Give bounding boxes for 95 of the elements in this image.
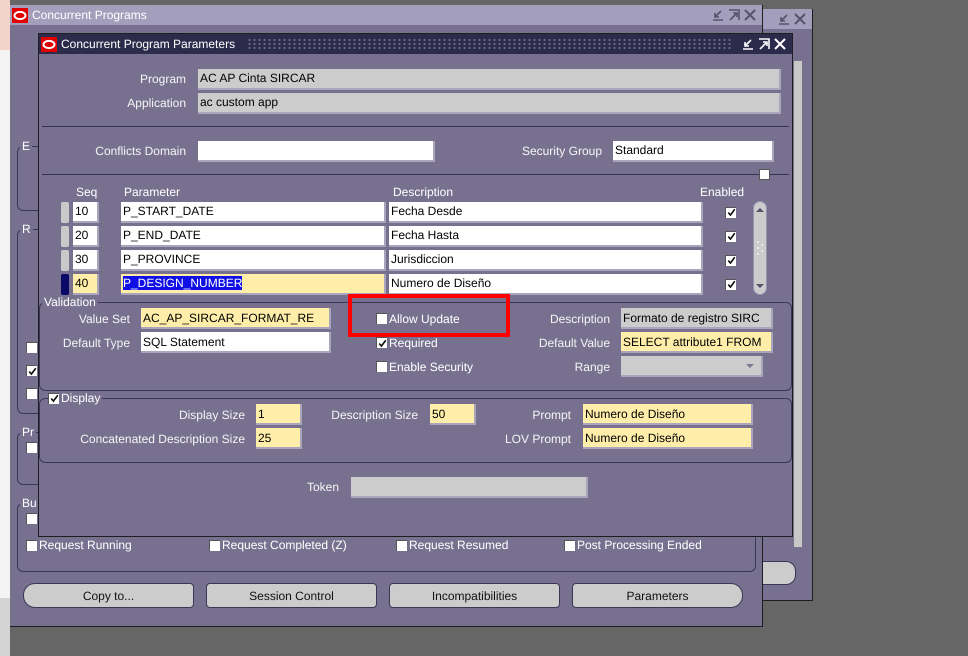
input-field[interactable]: Fecha Hasta (389, 226, 703, 246)
field-label: Default Type (62, 336, 130, 350)
record-indicator[interactable] (61, 202, 69, 222)
action-button[interactable]: Parameters (572, 583, 743, 608)
input-field[interactable]: Formato de registro SIRC (621, 308, 773, 329)
checkbox-label: Enable Security (389, 360, 474, 374)
checkbox[interactable] (26, 342, 37, 353)
field-label: Security Group (522, 144, 602, 158)
input-field[interactable]: 25 (256, 428, 302, 449)
checkbox[interactable] (26, 365, 37, 376)
checkbox[interactable] (26, 442, 37, 453)
input-field[interactable]: ac custom app (198, 92, 781, 114)
checkbox-label: Post Processing Ended (577, 538, 702, 552)
input-field[interactable]: P_END_DATE (121, 226, 386, 246)
toggle-square[interactable] (759, 169, 770, 180)
input-field[interactable]: 20 (73, 226, 99, 246)
logo-icon (41, 36, 57, 52)
grip-icon (757, 240, 763, 256)
record-indicator[interactable] (61, 274, 69, 294)
checkbox[interactable] (376, 361, 387, 372)
field-label: Value Set (78, 312, 130, 326)
field-label: Prompt (531, 408, 571, 422)
checkbox-label: Required (389, 336, 438, 350)
field-label: Application (126, 96, 186, 110)
input-field[interactable]: Jurisdiccion (389, 250, 703, 270)
group-title: R (21, 222, 32, 236)
field-label: Concatenated Description Size (79, 432, 245, 446)
field-label: LOV Prompt (504, 432, 571, 446)
field-label: Range (574, 360, 610, 374)
checkbox-label: Request Running (39, 538, 132, 552)
button-edge (763, 561, 796, 585)
input-field[interactable]: 30 (73, 250, 99, 270)
input-field[interactable]: SQL Statement (141, 332, 331, 353)
field-label: Program (138, 72, 186, 86)
field-label: Conflicts Domain (94, 144, 186, 158)
input-field[interactable]: 50 (430, 404, 476, 425)
field-label: Display Size (178, 408, 245, 422)
input-field[interactable]: P_DESIGN_NUMBER (121, 274, 386, 294)
input-field[interactable] (198, 140, 435, 162)
record-indicator[interactable] (61, 226, 69, 246)
scrollbar[interactable] (753, 201, 767, 295)
input-field[interactable]: Fecha Desde (389, 202, 703, 222)
input-field[interactable]: Numero de Diseño (583, 404, 753, 425)
checkbox-label: Request Completed (Z) (222, 538, 347, 552)
checkbox[interactable] (725, 254, 736, 266)
checkbox[interactable] (26, 513, 37, 524)
record-indicator[interactable] (61, 250, 69, 270)
checkbox[interactable] (26, 388, 37, 399)
checkbox[interactable] (48, 392, 59, 404)
field-label: Description (548, 312, 610, 326)
group-title: Display (61, 391, 100, 405)
group-title: E (21, 139, 32, 153)
group-title: Validation (43, 295, 97, 309)
column-header: Seq (76, 185, 98, 199)
field-label: Description Size (330, 408, 418, 422)
checkbox[interactable] (725, 206, 736, 218)
column-header: Enabled (700, 185, 744, 199)
action-button[interactable]: Incompatibilities (389, 583, 560, 608)
input-field[interactable]: AC AP Cinta SIRCAR (198, 68, 781, 90)
input-field[interactable]: 1 (256, 404, 302, 425)
checkbox-label: Allow Update (389, 312, 460, 326)
checkbox[interactable] (564, 540, 575, 550)
action-button[interactable]: Session Control (206, 583, 377, 608)
caret-icon (745, 362, 755, 368)
input-field[interactable]: Numero de Diseño (583, 428, 753, 449)
input-field[interactable]: P_START_DATE (121, 202, 386, 222)
checkbox[interactable] (209, 540, 220, 550)
checkbox-label: Request Resumed (409, 538, 508, 552)
input-field[interactable]: AC_AP_SIRCAR_FORMAT_RE (141, 308, 331, 329)
input-field[interactable]: 40 (73, 274, 99, 294)
column-header: Description (393, 185, 454, 199)
field-label: Default Value (538, 336, 610, 350)
field-label: Token (306, 480, 339, 494)
input-field[interactable]: 10 (73, 202, 99, 222)
checkbox[interactable] (376, 313, 387, 324)
checkbox[interactable] (396, 540, 407, 550)
dropdown-field[interactable] (621, 356, 763, 377)
action-button[interactable]: Copy to... (23, 583, 194, 608)
group-title: Pr (21, 425, 35, 439)
checkbox[interactable] (725, 278, 736, 290)
window-title: Concurrent Programs (32, 8, 148, 22)
group-title: Bu (21, 496, 38, 510)
input-field[interactable]: Numero de Diseño (389, 274, 703, 294)
logo-icon (12, 8, 28, 22)
checkbox[interactable] (26, 540, 37, 550)
checkbox[interactable] (725, 230, 736, 242)
scroll-down-icon[interactable] (755, 283, 765, 289)
input-field[interactable]: P_PROVINCE (121, 250, 386, 270)
window-title: Concurrent Program Parameters (61, 37, 236, 51)
checkbox[interactable] (376, 337, 387, 348)
input-field[interactable]: SELECT attribute1 FROM (621, 332, 773, 353)
input-field[interactable]: Standard (613, 140, 774, 162)
input-field[interactable] (351, 476, 588, 498)
scroll-up-icon[interactable] (755, 207, 765, 213)
column-header: Parameter (124, 185, 182, 199)
